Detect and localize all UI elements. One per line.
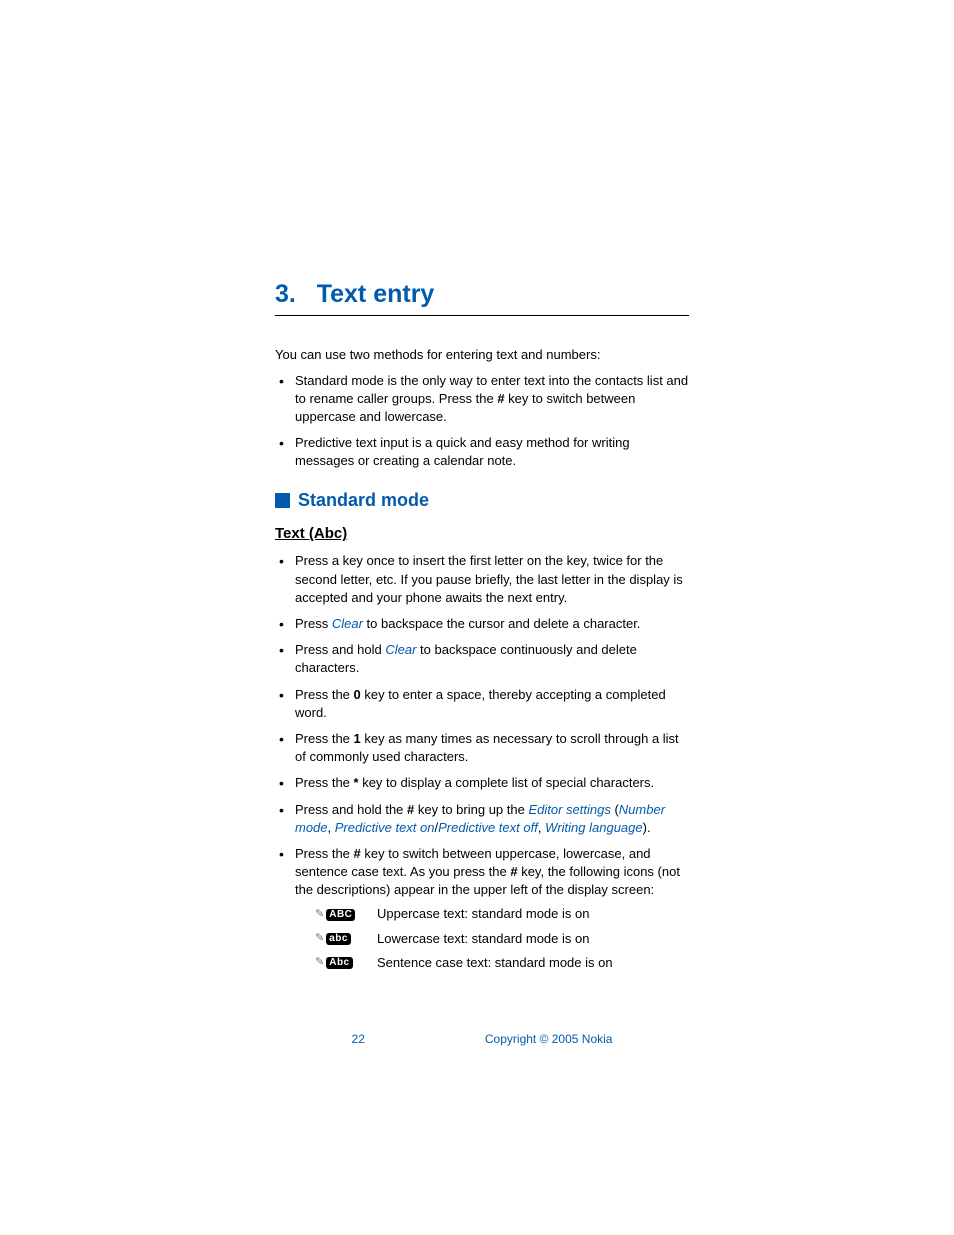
abc-lowercase-icon: ✎ abc	[315, 931, 365, 946]
icon-description: Uppercase text: standard mode is on	[377, 905, 589, 923]
chapter-name: Text entry	[317, 280, 435, 308]
chapter-title: 3. Text entry	[275, 280, 689, 316]
copyright-text: Copyright © 2005 Nokia	[485, 1032, 613, 1046]
page-number: 22	[352, 1032, 365, 1046]
methods-list: Standard mode is the only way to enter t…	[275, 372, 689, 471]
list-item: Press Clear to backspace the cursor and …	[275, 615, 689, 633]
list-item: Press and hold Clear to backspace contin…	[275, 641, 689, 677]
icon-description: Lowercase text: standard mode is on	[377, 930, 589, 948]
chapter-number: 3.	[275, 280, 296, 308]
page-footer: 22 Copyright © 2005 Nokia	[275, 1032, 689, 1046]
predictive-on-link[interactable]: Predictive text on	[335, 820, 435, 835]
section-title: Standard mode	[298, 490, 429, 511]
intro-text: You can use two methods for entering tex…	[275, 346, 689, 364]
list-item: Press the 1 key as many times as necessa…	[275, 730, 689, 766]
list-item: Press the * key to display a complete li…	[275, 774, 689, 792]
list-item: Press the 0 key to enter a space, thereb…	[275, 686, 689, 722]
icon-row-uppercase: ✎ ABC Uppercase text: standard mode is o…	[315, 905, 689, 923]
clear-link[interactable]: Clear	[385, 642, 416, 657]
icon-row-sentence: ✎ Abc Sentence case text: standard mode …	[315, 954, 689, 972]
pencil-icon: ✎	[315, 955, 324, 970]
predictive-off-link[interactable]: Predictive text off	[438, 820, 538, 835]
pencil-icon: ✎	[315, 931, 324, 946]
methods-item: Predictive text input is a quick and eas…	[275, 434, 689, 470]
abc-sentence-icon: ✎ Abc	[315, 955, 365, 970]
instructions-list: Press a key once to insert the first let…	[275, 552, 689, 972]
icon-row-lowercase: ✎ abc Lowercase text: standard mode is o…	[315, 930, 689, 948]
list-item: Press a key once to insert the first let…	[275, 552, 689, 607]
pencil-icon: ✎	[315, 907, 324, 922]
subsection-title: Text (Abc)	[275, 525, 689, 542]
list-item: Press the # key to switch between upperc…	[275, 845, 689, 972]
document-page: 3. Text entry You can use two methods fo…	[0, 0, 954, 1126]
editor-settings-link[interactable]: Editor settings	[528, 802, 610, 817]
abc-uppercase-icon: ✎ ABC	[315, 907, 365, 922]
section-square-icon	[275, 493, 290, 508]
methods-item: Standard mode is the only way to enter t…	[275, 372, 689, 427]
icon-description: Sentence case text: standard mode is on	[377, 954, 613, 972]
list-item: Press and hold the # key to bring up the…	[275, 801, 689, 837]
clear-link[interactable]: Clear	[332, 616, 363, 631]
writing-language-link[interactable]: Writing language	[545, 820, 643, 835]
section-heading: Standard mode	[275, 490, 689, 511]
